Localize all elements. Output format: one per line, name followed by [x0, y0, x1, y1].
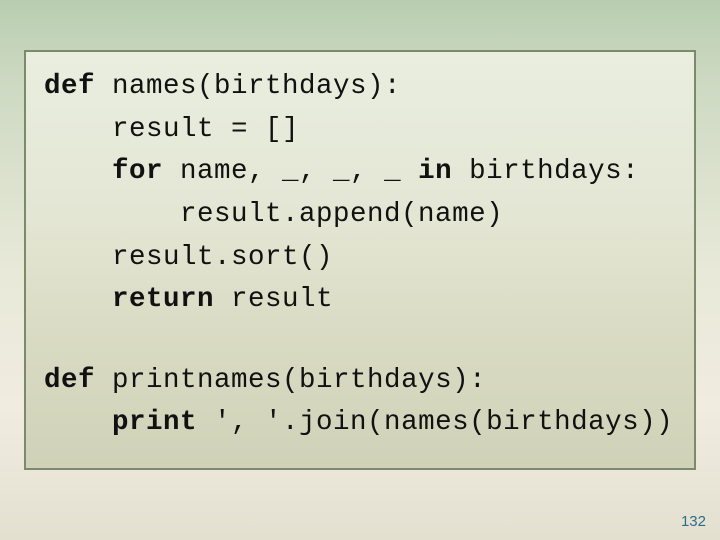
code-text: result = []: [44, 114, 299, 145]
code-line-7: def printnames(birthdays):: [44, 360, 676, 403]
code-line-8: print ', '.join(names(birthdays)): [44, 402, 676, 445]
code-text: result: [214, 284, 333, 315]
code-text: result.append(name): [44, 199, 503, 230]
keyword-for: for: [112, 156, 163, 187]
keyword-in: in: [418, 156, 452, 187]
keyword-def: def: [44, 71, 95, 102]
code-text: [44, 156, 112, 187]
code-line-2: result = []: [44, 109, 676, 152]
code-box: def names(birthdays): result = [] for na…: [24, 50, 696, 470]
keyword-return: return: [112, 284, 214, 315]
code-text: [44, 284, 112, 315]
code-text: ', '.join(names(birthdays)): [197, 407, 673, 438]
code-line-1: def names(birthdays):: [44, 66, 676, 109]
keyword-print: print: [112, 407, 197, 438]
blank-line: [44, 322, 676, 360]
keyword-def: def: [44, 365, 95, 396]
code-line-3: for name, _, _, _ in birthdays:: [44, 151, 676, 194]
code-text: result.sort(): [44, 242, 333, 273]
slide: def names(birthdays): result = [] for na…: [0, 0, 720, 540]
code-line-5: result.sort(): [44, 237, 676, 280]
code-text: names(birthdays):: [95, 71, 401, 102]
code-text: birthdays:: [452, 156, 639, 187]
code-line-6: return result: [44, 279, 676, 322]
code-text: printnames(birthdays):: [95, 365, 486, 396]
page-number: 132: [681, 513, 706, 530]
code-line-4: result.append(name): [44, 194, 676, 237]
code-text: name, _, _, _: [163, 156, 418, 187]
code-text: [44, 407, 112, 438]
